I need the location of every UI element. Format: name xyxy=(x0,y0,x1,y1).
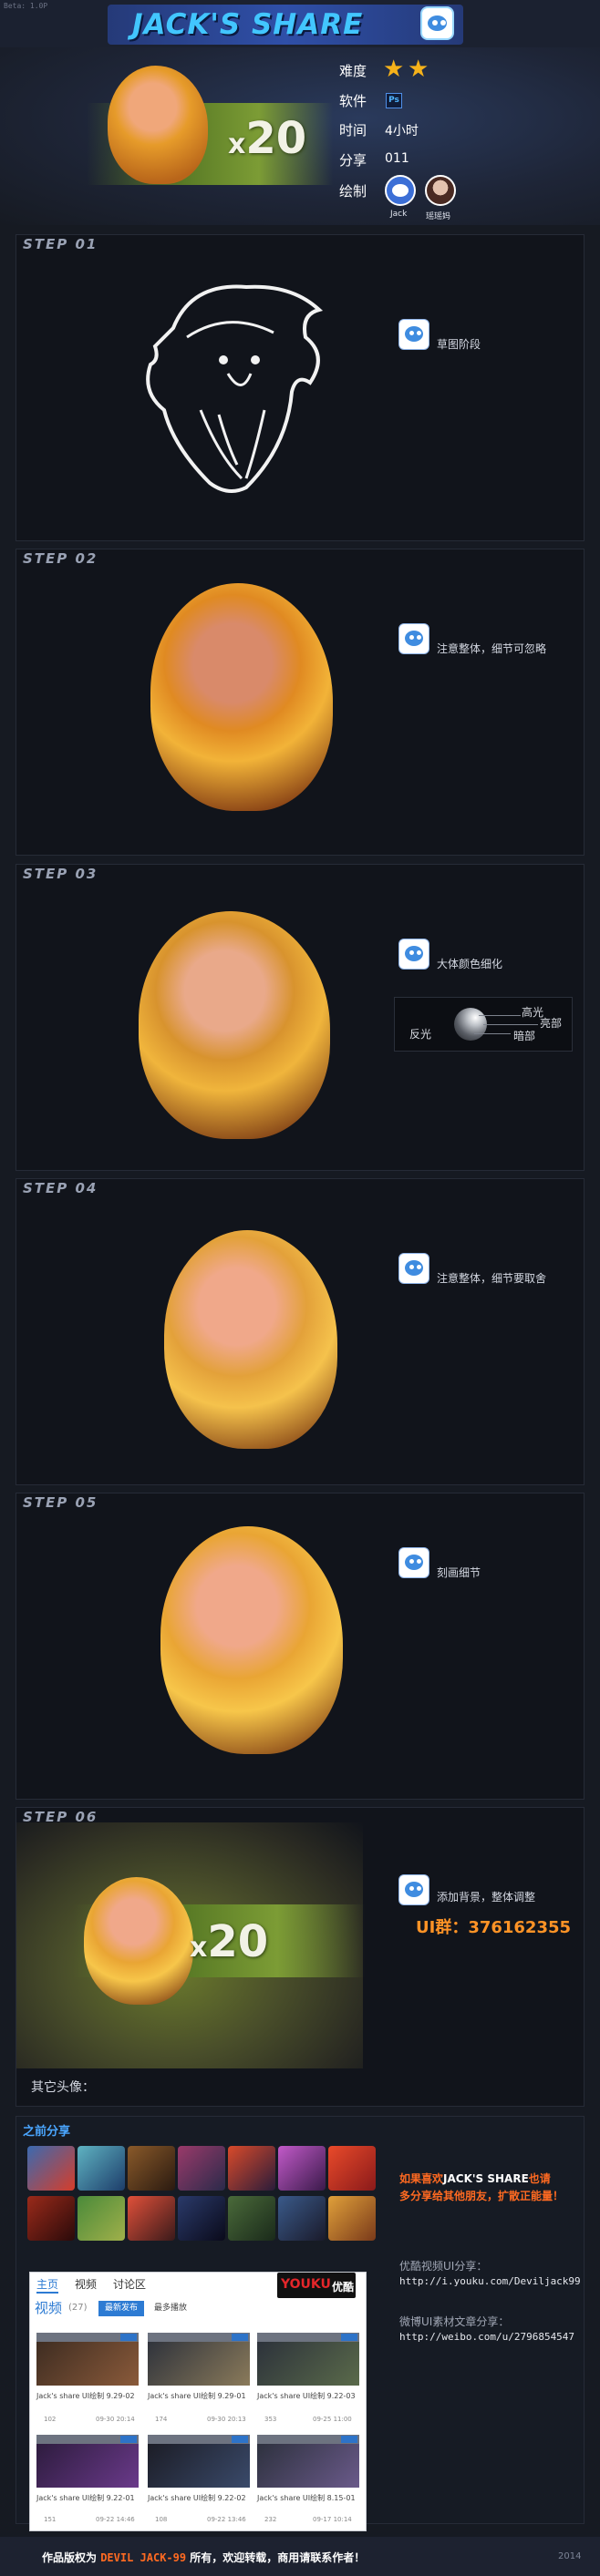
meta-label-drawn-by: 绘制 xyxy=(339,183,367,200)
thumbnail[interactable] xyxy=(228,2196,275,2241)
thumbnail[interactable] xyxy=(328,2196,376,2241)
video-thumbnail[interactable] xyxy=(36,2435,139,2488)
thumbnail[interactable] xyxy=(128,2196,175,2241)
video-thumbnail[interactable] xyxy=(148,2435,250,2488)
tab-videos[interactable]: 视频 xyxy=(75,2276,97,2292)
lighting-label-light: 亮部 xyxy=(540,1017,563,1030)
step-note: 草图阶段 xyxy=(437,338,481,351)
ui-group-number: UI群：376162355 xyxy=(416,1918,572,1937)
step-note: 注意整体，细节要取舍 xyxy=(437,1272,547,1285)
meta-label-difficulty: 难度 xyxy=(339,63,367,79)
meta-label-share: 分享 xyxy=(339,152,367,169)
other-avatars-label: 其它头像： xyxy=(31,2080,95,2095)
promo-line-1: 如果喜欢JACK'S SHARE也请 xyxy=(399,2172,551,2185)
tab-discussion[interactable]: 讨论区 xyxy=(113,2276,146,2292)
meta-label-time: 时间 xyxy=(339,122,367,139)
youku-logo: YOUKU 优酷 xyxy=(277,2273,356,2298)
meta-label-software: 软件 xyxy=(339,93,367,109)
youku-label: 优酷视频UI分享： xyxy=(399,2260,488,2273)
mascot-icon xyxy=(398,1547,429,1578)
copyright-notice: 作品版权为 DEVIL JACK-99 所有，欢迎转载，商用请联系作者！ xyxy=(42,2551,366,2564)
photoshop-icon: Ps xyxy=(386,93,402,108)
mascot-icon xyxy=(398,623,429,654)
author-name: Jack xyxy=(390,210,408,219)
author-name: 瑶瑶妈 xyxy=(426,212,451,221)
weibo-link[interactable]: http://weibo.com/u/2796854547 xyxy=(399,2331,574,2343)
video-title[interactable]: Jack's share UI绘制 9.22-03 xyxy=(257,2391,359,2401)
credit-text: Beta: 1.0P xyxy=(4,2,48,10)
video-thumbnail[interactable] xyxy=(257,2333,359,2386)
thumbnail[interactable] xyxy=(27,2196,75,2241)
hero-count: x20 xyxy=(228,113,307,164)
lighting-leader-line xyxy=(474,1033,511,1034)
avatar[interactable] xyxy=(425,175,456,206)
video-thumbnail[interactable] xyxy=(257,2435,359,2488)
video-title[interactable]: Jack's share UI绘制 9.29-01 xyxy=(148,2391,250,2401)
sketch-illustration xyxy=(146,284,324,493)
lighting-sphere xyxy=(454,1008,487,1041)
thumbnail[interactable] xyxy=(27,2146,75,2191)
promo-line-2: 多分享给其他朋友，扩散正能量！ xyxy=(399,2190,564,2202)
thumbnail[interactable] xyxy=(178,2196,225,2241)
video-date: 09-25 11:00 xyxy=(313,2416,352,2423)
star-icon: ★ xyxy=(383,56,405,83)
video-title[interactable]: Jack's share UI绘制 8.15-01 xyxy=(257,2493,359,2503)
thumbnail[interactable] xyxy=(278,2146,326,2191)
tab-home[interactable]: 主页 xyxy=(36,2276,59,2294)
youku-link[interactable]: http://i.youku.com/Deviljack99 xyxy=(399,2275,581,2287)
step-label: STEP 01 xyxy=(23,236,98,252)
mascot-icon xyxy=(398,1253,429,1284)
step-note: 大体颜色细化 xyxy=(437,958,503,970)
video-title[interactable]: Jack's share UI绘制 9.29-02 xyxy=(36,2391,139,2401)
thumbnail[interactable] xyxy=(78,2196,125,2241)
thumbnail[interactable] xyxy=(328,2146,376,2191)
mascot-logo-icon xyxy=(420,6,454,40)
video-thumbnail[interactable] xyxy=(36,2333,139,2386)
sort-most-played-button[interactable]: 最多播放 xyxy=(150,2301,191,2316)
videos-count: (27) xyxy=(68,2303,88,2313)
thumbnail[interactable] xyxy=(128,2146,175,2191)
step-note: 添加背景，整体调整 xyxy=(437,1891,536,1904)
meta-value-time: 4小时 xyxy=(385,124,419,139)
previous-shares-title: 之前分享 xyxy=(23,2125,71,2139)
step-note: 注意整体，细节可忽略 xyxy=(437,642,547,655)
step-label: STEP 04 xyxy=(23,1180,98,1196)
lighting-leader-line xyxy=(479,1015,521,1016)
step-label: STEP 05 xyxy=(23,1494,98,1511)
avatar[interactable] xyxy=(385,175,416,206)
thumbnail[interactable] xyxy=(78,2146,125,2191)
mascot-icon xyxy=(398,319,429,350)
video-title[interactable]: Jack's share UI绘制 9.22-01 xyxy=(36,2493,139,2503)
page-title: JACK'S SHARE xyxy=(132,8,364,41)
video-thumbnail[interactable] xyxy=(148,2333,250,2386)
thumbnail[interactable] xyxy=(228,2146,275,2191)
footer-year: 2014 xyxy=(558,2551,582,2561)
video-date: 09-17 10:14 xyxy=(313,2516,352,2523)
weibo-label: 微博UI素材文章分享： xyxy=(399,2315,510,2328)
lighting-leader-line xyxy=(483,1024,538,1025)
dwarf-illustration xyxy=(84,1877,193,2005)
step6-count: x20 xyxy=(190,1916,269,1967)
video-title[interactable]: Jack's share UI绘制 9.22-02 xyxy=(148,2493,250,2503)
lighting-label-reflect: 反光 xyxy=(409,1028,432,1041)
lighting-label-dark: 暗部 xyxy=(513,1030,536,1042)
thumbnail[interactable] xyxy=(278,2196,326,2241)
meta-value-share: 011 xyxy=(385,151,409,166)
thumbnail[interactable] xyxy=(178,2146,225,2191)
star-icon: ★ xyxy=(408,56,429,83)
videos-heading: 视频 xyxy=(35,2300,63,2316)
hero-dwarf-illustration xyxy=(108,66,208,184)
step-label: STEP 02 xyxy=(23,550,98,567)
step-label: STEP 03 xyxy=(23,866,98,882)
mascot-icon xyxy=(398,939,429,970)
sort-latest-button[interactable]: 最新发布 xyxy=(98,2301,144,2316)
step-note: 刻画细节 xyxy=(437,1566,481,1579)
mascot-icon xyxy=(398,1874,429,1905)
